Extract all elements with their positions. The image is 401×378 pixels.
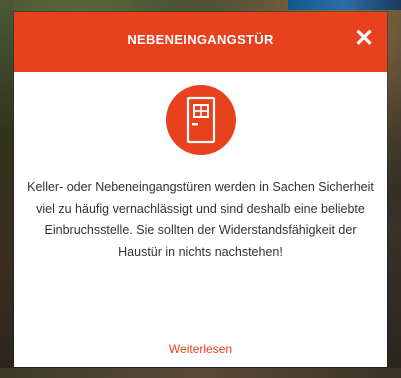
door-icon — [166, 85, 236, 155]
background-image-left — [0, 0, 14, 378]
close-icon: ✕ — [353, 25, 375, 52]
background-image-top — [288, 0, 401, 10]
modal-header: NEBENEINGANGSTÜR ✕ — [14, 12, 387, 72]
modal-title: NEBENEINGANGSTÜR — [127, 32, 274, 47]
close-button[interactable]: ✕ — [353, 25, 375, 52]
read-more-link[interactable]: Weiterlesen — [14, 342, 387, 356]
info-modal: NEBENEINGANGSTÜR ✕ Keller- oder Nebenein… — [14, 12, 387, 367]
modal-description: Keller- oder Nebeneingangstüren werden i… — [27, 180, 374, 259]
door-icon-graphic — [186, 96, 216, 144]
background-image-bottom — [0, 368, 401, 378]
